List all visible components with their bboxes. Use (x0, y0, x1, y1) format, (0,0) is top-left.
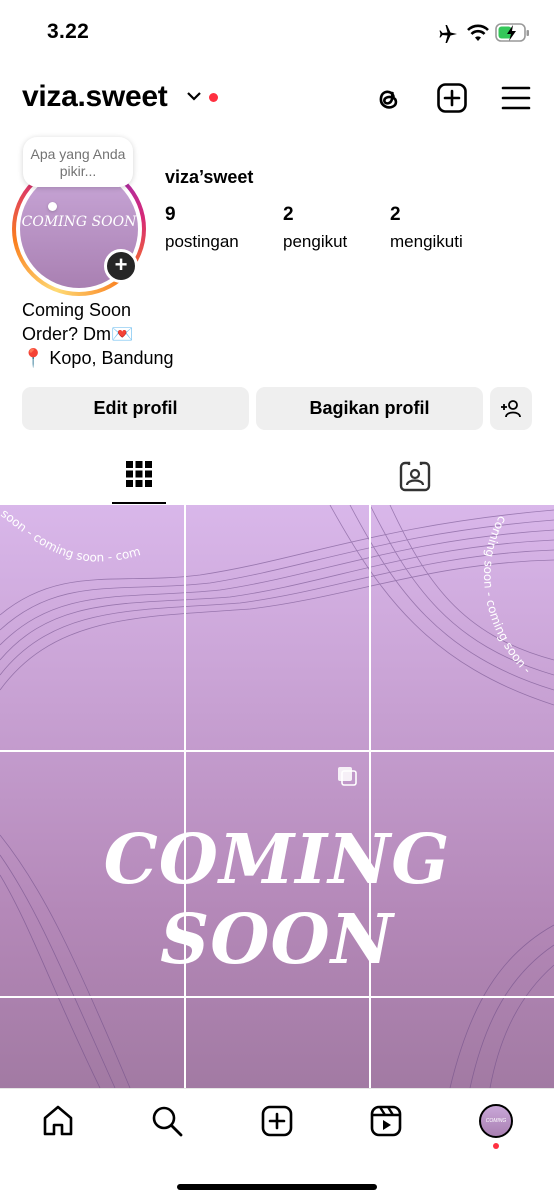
add-story-button[interactable]: + (104, 249, 138, 283)
status-time: 3.22 (47, 20, 90, 43)
post-headline: COMING SOON (103, 820, 451, 980)
profile-notification-dot (493, 1143, 499, 1149)
posts-count[interactable]: 9 (165, 204, 176, 226)
following-count[interactable]: 2 (390, 204, 401, 226)
airplane-icon (439, 25, 457, 43)
avatar-text: COMING SOON (21, 214, 137, 230)
tab-posts-grid[interactable] (112, 450, 166, 506)
search-icon[interactable] (150, 1104, 184, 1138)
note-bubble[interactable]: Apa yang Anda pikir... (23, 137, 133, 187)
create-post-icon[interactable] (436, 82, 468, 114)
status-bar: 3.22 (0, 0, 554, 66)
display-name: viza’sweet (165, 167, 254, 187)
chevron-down-icon[interactable] (186, 90, 202, 102)
battery-icon (495, 23, 529, 42)
posts-label[interactable]: postingan (165, 232, 239, 252)
bio-line: Order? Dm💌 (22, 324, 134, 344)
menu-icon[interactable] (500, 82, 532, 114)
reels-icon[interactable] (369, 1104, 403, 1138)
following-label[interactable]: mengikuti (390, 232, 463, 252)
threads-icon[interactable] (372, 82, 404, 114)
curve-text-left: soon - coming soon - coming soon (0, 505, 142, 565)
edit-profile-button[interactable]: Edit profil (22, 387, 249, 430)
followers-count[interactable]: 2 (283, 204, 294, 226)
profile-tab-avatar[interactable]: COMING SOON (479, 1104, 513, 1154)
wifi-icon (467, 24, 489, 41)
tagged-icon[interactable] (397, 458, 433, 494)
share-profile-button[interactable]: Bagikan profil (256, 387, 483, 430)
create-icon[interactable] (260, 1104, 294, 1138)
profile-username[interactable]: viza.sweet (22, 80, 168, 114)
multi-post-icon (338, 767, 352, 781)
bio-location: 📍 Kopo, Bandung (22, 348, 174, 368)
note-text: Apa yang Anda pikir... (30, 146, 126, 179)
add-person-icon (501, 400, 521, 418)
discover-people-button[interactable] (490, 387, 532, 430)
followers-label[interactable]: pengikut (283, 232, 347, 252)
home-indicator (177, 1184, 377, 1190)
grid-icon (126, 461, 152, 487)
post-grid-image: soon - coming soon - coming soon coming … (0, 505, 554, 1088)
curve-text-right: coming soon - coming soon - (481, 514, 534, 677)
notification-dot (209, 93, 218, 102)
bio-line: Coming Soon (22, 300, 132, 320)
home-icon[interactable] (41, 1104, 75, 1138)
posts-grid[interactable]: soon - coming soon - coming soon coming … (0, 505, 554, 1088)
active-tab-indicator (112, 502, 166, 504)
